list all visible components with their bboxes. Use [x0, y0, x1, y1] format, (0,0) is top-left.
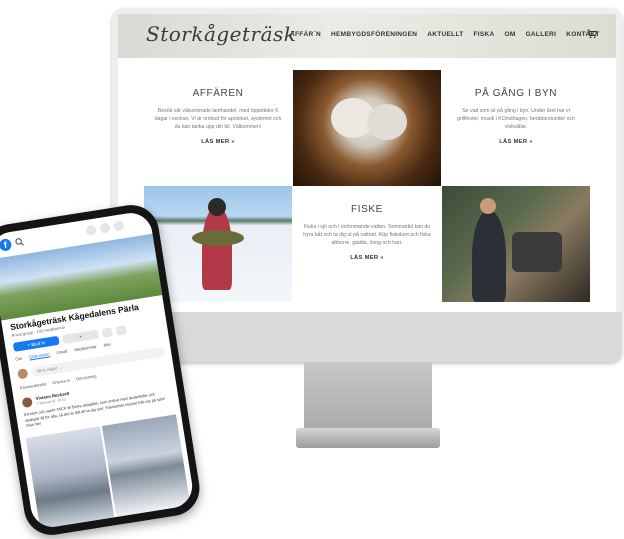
tab-diskussion[interactable]: Diskussion: [28, 351, 51, 361]
member-button[interactable]: +: [62, 329, 100, 345]
tab-mer[interactable]: Mer: [103, 342, 111, 349]
read-more-link[interactable]: LÄS MER »: [442, 139, 590, 145]
site-logo[interactable]: Storkågeträsk: [146, 22, 296, 46]
card-title: FISKE: [351, 204, 383, 215]
invite-button[interactable]: + Bjud in: [12, 335, 60, 352]
search-group-button[interactable]: [101, 327, 113, 338]
nav-item-galleri[interactable]: GALLERI: [526, 31, 557, 38]
imac-chin: [112, 312, 622, 362]
site-header: Storkågeträsk AFFÄR´N HEMBYGDSFÖRENINGEN…: [118, 14, 616, 58]
barbecue-photo: [442, 186, 590, 302]
content-grid: AFFÄREN Besök vår välsorterade lanthande…: [144, 70, 590, 302]
imac-stand: [304, 362, 432, 432]
avatar: [17, 368, 29, 380]
menu-icon[interactable]: [85, 224, 97, 237]
read-more-link[interactable]: LÄS MER »: [293, 255, 441, 261]
tab-om[interactable]: Om: [15, 356, 23, 363]
tab-utvalt[interactable]: Utvalt: [56, 349, 68, 357]
nav-item-affaren[interactable]: AFFÄR´N: [290, 31, 321, 38]
nav-item-aktuellt[interactable]: AKTUELLT: [427, 31, 463, 38]
card-title: PÅ GÅNG I BYN: [474, 88, 558, 99]
card-text: Se vad som är på gång i byn. Under året …: [457, 108, 575, 130]
card-text: Besök vår välsorterade lanthandel, med ö…: [154, 108, 282, 130]
more-button[interactable]: [115, 325, 127, 336]
notifications-icon[interactable]: [113, 220, 125, 232]
nav-item-om[interactable]: OM: [505, 31, 516, 38]
card-pa-gang-i-byn: PÅ GÅNG I BYN Se vad som är på gång i by…: [442, 70, 590, 186]
card-title: AFFÄREN: [192, 88, 244, 99]
check-in-button[interactable]: Checka in: [52, 378, 70, 386]
avatar: [21, 396, 34, 409]
feeling-activity-button[interactable]: Känsla/aktivitet: [20, 381, 47, 390]
read-more-link[interactable]: LÄS MER »: [144, 139, 292, 145]
search-icon[interactable]: [14, 237, 25, 247]
card-fiske: FISKE Fiska i sjö och i strömmande vatte…: [293, 186, 441, 302]
main-nav: AFFÄR´N HEMBYGDSFÖRENINGEN AKTUELLT FISK…: [290, 31, 600, 38]
nav-item-hembygdsforeningen[interactable]: HEMBYGDSFÖRENINGEN: [331, 31, 417, 38]
post-photo-snowy-trees[interactable]: [25, 426, 115, 529]
card-affaren: AFFÄREN Besök vår välsorterade lanthande…: [144, 70, 292, 186]
poll-button[interactable]: Omröstning: [76, 373, 97, 381]
facebook-logo-icon[interactable]: f: [0, 238, 13, 252]
nav-item-fiska[interactable]: FISKA: [474, 31, 495, 38]
garlic-photo: [293, 70, 441, 186]
card-text: Fiska i sjö och i strömmande vatten. Som…: [303, 224, 431, 246]
cart-icon[interactable]: [587, 29, 597, 39]
tab-medlemmar[interactable]: Medlemmar: [74, 344, 97, 353]
messenger-icon[interactable]: [99, 222, 111, 234]
imac-base: [296, 428, 440, 448]
website-screen: Storkågeträsk AFFÄR´N HEMBYGDSFÖRENINGEN…: [118, 14, 616, 312]
post-photo-frozen-lake[interactable]: [101, 414, 191, 517]
